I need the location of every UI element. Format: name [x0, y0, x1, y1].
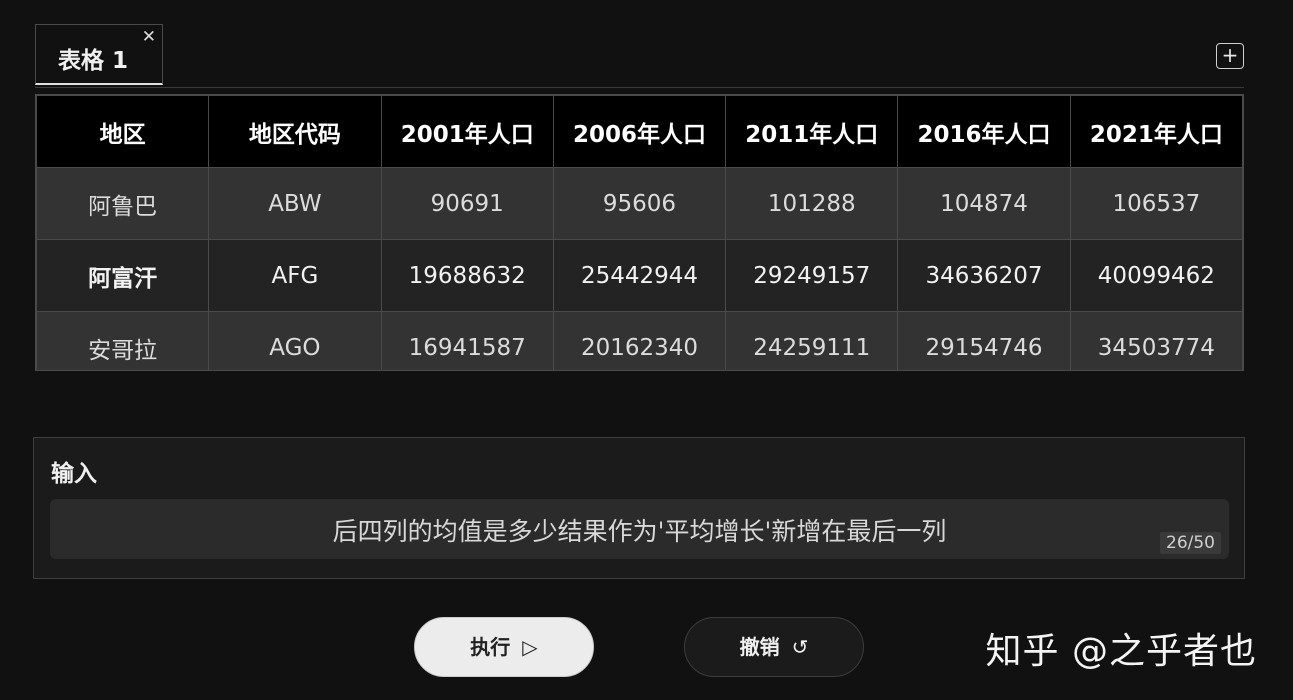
table-cell: AFG: [208, 239, 382, 312]
column-header: 地区代码: [208, 95, 382, 168]
table-cell: 25442944: [552, 239, 727, 312]
column-header: 2006年人口: [552, 95, 727, 168]
add-tab-button[interactable]: +: [1216, 43, 1244, 69]
run-button[interactable]: 执行 ▷: [414, 617, 594, 677]
table-cell: 34636207: [897, 239, 1071, 312]
table-row: 阿鲁巴 ABW 90691 95606 101288 104874 106537: [36, 167, 1243, 240]
tab-bar: 表格 1 ✕ +: [35, 24, 1244, 88]
input-panel: 输入 后四列的均值是多少结果作为'平均增长'新增在最后一列 26/50: [33, 437, 1245, 579]
table-row: 安哥拉 AGO 16941587 20162340 24259111 29154…: [36, 311, 1243, 370]
input-label: 输入: [51, 461, 97, 487]
table-cell: 40099462: [1069, 239, 1243, 312]
prompt-input[interactable]: 后四列的均值是多少结果作为'平均增长'新增在最后一列 26/50: [50, 499, 1229, 559]
close-icon[interactable]: ✕: [142, 27, 156, 47]
data-table: 地区 地区代码 2001年人口 2006年人口 2011年人口 2016年人口 …: [36, 95, 1243, 370]
table-cell: 24259111: [725, 311, 899, 370]
table-cell: 101288: [725, 167, 899, 240]
table-cell: 阿富汗: [36, 239, 210, 312]
table-cell: 95606: [552, 167, 727, 240]
char-counter: 26/50: [1160, 532, 1221, 554]
table-cell: AGO: [208, 311, 382, 370]
table-cell: 19688632: [380, 239, 554, 312]
column-header: 2001年人口: [380, 95, 554, 168]
tab-label: 表格 1: [58, 48, 129, 74]
table-row: 阿富汗 AFG 19688632 25442944 29249157 34636…: [36, 239, 1243, 312]
table-cell: 29154746: [897, 311, 1071, 370]
table-cell: 阿鲁巴: [36, 167, 210, 240]
table-cell: 104874: [897, 167, 1071, 240]
table-cell: 34503774: [1069, 311, 1243, 370]
tab-table-1[interactable]: 表格 1 ✕: [35, 24, 163, 85]
table-cell: 安哥拉: [36, 311, 210, 370]
app-root: 表格 1 ✕ + 地区 地区代码 2001年人口 2006年人口 2011年人口…: [0, 0, 1293, 700]
table-cell: 90691: [380, 167, 554, 240]
table-header-row: 地区 地区代码 2001年人口 2006年人口 2011年人口 2016年人口 …: [36, 95, 1243, 168]
watermark: 知乎 @之乎者也: [985, 631, 1257, 672]
undo-button[interactable]: 撤销 ↺: [684, 617, 864, 677]
data-table-container: 地区 地区代码 2001年人口 2006年人口 2011年人口 2016年人口 …: [35, 94, 1244, 371]
table-cell: 106537: [1069, 167, 1243, 240]
column-header: 2021年人口: [1069, 95, 1243, 168]
column-header: 2011年人口: [725, 95, 899, 168]
table-cell: ABW: [208, 167, 382, 240]
run-button-label: 执行: [470, 635, 511, 659]
undo-icon: ↺: [791, 635, 809, 659]
prompt-input-text[interactable]: 后四列的均值是多少结果作为'平均增长'新增在最后一列: [50, 512, 1229, 548]
column-header: 2016年人口: [897, 95, 1071, 168]
play-icon: ▷: [522, 635, 538, 659]
column-header: 地区: [36, 95, 210, 168]
table-cell: 20162340: [552, 311, 727, 370]
table-cell: 16941587: [380, 311, 554, 370]
undo-button-label: 撤销: [739, 635, 780, 659]
table-cell: 29249157: [725, 239, 899, 312]
